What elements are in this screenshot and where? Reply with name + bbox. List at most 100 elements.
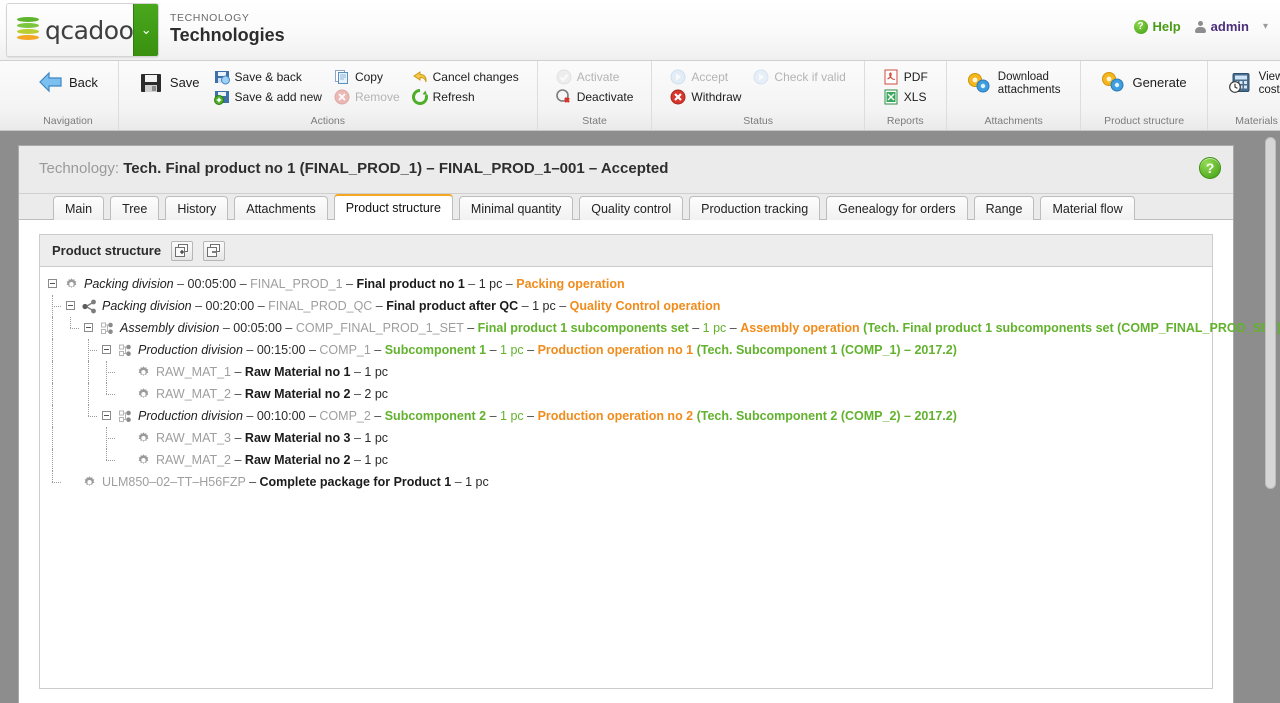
tab-production-tracking[interactable]: Production tracking	[689, 196, 820, 220]
gear-icon	[136, 387, 151, 402]
ribbon-toolbar: BackNavigation SaveSave & backSave & add …	[0, 61, 1280, 131]
tree-connector-line	[88, 383, 89, 405]
tree-row[interactable]: Assembly division – 00:05:00 – COMP_FINA…	[40, 317, 1212, 339]
ribbon-button-withdraw[interactable]: Withdraw	[664, 87, 747, 107]
tree-row-segment: –	[231, 365, 245, 379]
gears-icon	[967, 72, 993, 96]
tree-collapse-toggle[interactable]	[102, 345, 111, 354]
tree-row[interactable]: RAW_MAT_3 – Raw Material no 3 – 1 pc	[40, 427, 1212, 449]
tree-row-segment: –	[524, 343, 538, 357]
tree-collapse-toggle[interactable]	[66, 301, 75, 310]
tree-connector-line	[52, 471, 53, 482]
tree-row-segment: 00:05:00	[233, 321, 282, 335]
context-help-icon[interactable]: ?	[1199, 157, 1221, 179]
tree-row-segment: FINAL_PROD_QC	[268, 299, 372, 313]
hierarchy-icon	[118, 343, 133, 358]
ribbon-button-label: XLS	[904, 89, 927, 105]
tree-row-segment: Packing division	[102, 299, 192, 313]
tree-row-segment: RAW_MAT_1	[156, 365, 231, 379]
qcadoo-logo-icon	[17, 17, 39, 43]
tree-row-segment: Complete package for Product 1	[260, 475, 452, 489]
tab-quality-control[interactable]: Quality control	[579, 196, 683, 220]
ribbon-group-label: Reports	[877, 115, 934, 130]
ribbon-column: Back	[30, 67, 106, 115]
tree-row-segment: –	[306, 343, 320, 357]
ribbon-group-items: Downloadattachments	[959, 67, 1069, 115]
tree-collapse-toggle[interactable]	[48, 279, 57, 288]
tree-row-segment: –	[231, 387, 245, 401]
tree-row-segment: (Tech. Subcomponent 1 (COMP_1) – 2017.2)	[693, 343, 957, 357]
user-chevron-down-icon[interactable]: ▾	[1263, 21, 1268, 32]
tree-connector-line	[106, 383, 107, 394]
ribbon-group-state: ActivateDeactivateState	[538, 61, 653, 130]
ribbon-group-reports: PDF XLS Reports	[865, 61, 947, 130]
tree-row[interactable]: RAW_MAT_2 – Raw Material no 2 – 1 pc	[40, 449, 1212, 471]
tree-row-segment: COMP_2	[319, 409, 370, 423]
save-add-icon	[214, 89, 230, 105]
ribbon-group-product-structure: GenerateProduct structure	[1081, 61, 1207, 130]
content-card: Technology: Tech. Final product no 1 (FI…	[18, 145, 1234, 703]
ribbon-button-pdf[interactable]: PDF	[877, 67, 934, 87]
ribbon-button-cancel-changes[interactable]: Cancel changes	[406, 67, 525, 87]
ribbon-button-save[interactable]: Save	[131, 67, 208, 99]
tree-collapse-toggle[interactable]	[84, 323, 93, 332]
ribbon-button-copy[interactable]: Copy	[328, 67, 406, 87]
tree-row[interactable]: Packing division – 00:05:00 – FINAL_PROD…	[40, 273, 1212, 295]
tab-history[interactable]: History	[165, 196, 228, 220]
tab-genealogy-for-orders[interactable]: Genealogy for orders	[826, 196, 967, 220]
tab-tree[interactable]: Tree	[110, 196, 159, 220]
ribbon-button-save-back[interactable]: Save & back	[208, 67, 328, 87]
undo-arrow-icon	[412, 69, 428, 85]
tree-row-segment: Final product 1 subcomponents set	[478, 321, 689, 335]
collapse-all-button[interactable]	[203, 241, 225, 261]
tree-row-segment: (Tech. Final product 1 subcomponents set…	[860, 321, 1280, 335]
gear-icon	[136, 431, 151, 446]
page-scrollbar-thumb[interactable]	[1265, 137, 1276, 489]
tree-row[interactable]: ULM850–02–TT–H56FZP – Complete package f…	[40, 471, 1212, 493]
ribbon-button-label: Accept	[691, 69, 728, 85]
tree-row[interactable]: Packing division – 00:20:00 – FINAL_PROD…	[40, 295, 1212, 317]
ribbon-group-label: Status	[664, 115, 851, 130]
tree-connector-line	[88, 416, 97, 417]
ribbon-group-navigation: BackNavigation	[18, 61, 119, 130]
tree-row[interactable]: Production division – 00:15:00 – COMP_1 …	[40, 339, 1212, 361]
ribbon-group-label: Actions	[131, 115, 525, 130]
expand-all-button[interactable]	[171, 241, 193, 261]
tab-range[interactable]: Range	[974, 196, 1035, 220]
tree-row-segment: RAW_MAT_2	[156, 453, 231, 467]
tree-row[interactable]: RAW_MAT_2 – Raw Material no 2 – 2 pc	[40, 383, 1212, 405]
tree-connector-line	[52, 449, 53, 471]
brand-logo[interactable]: qcadoo	[7, 4, 133, 56]
tree-row[interactable]: Production division – 00:10:00 – COMP_2 …	[40, 405, 1212, 427]
ribbon-button-generate[interactable]: Generate	[1093, 67, 1194, 99]
tab-minimal-quantity[interactable]: Minimal quantity	[459, 196, 573, 220]
user-menu[interactable]: admin	[1195, 19, 1249, 34]
ribbon-button-refresh[interactable]: Refresh	[406, 87, 525, 107]
tree-row-segment: –	[556, 299, 570, 313]
tree-row-segment: –	[351, 387, 365, 401]
tree-connector-line	[70, 328, 79, 329]
ribbon-button-label: Cancel changes	[433, 69, 519, 85]
ribbon-button-download-attachments[interactable]: Downloadattachments	[959, 67, 1069, 101]
gears-icon	[1101, 71, 1127, 95]
ribbon-button-deactivate[interactable]: Deactivate	[550, 87, 640, 107]
tree-row-segment: –	[351, 453, 365, 467]
logo-area[interactable]: qcadoo ⌄	[6, 3, 159, 57]
tree-row-content: Packing division – 00:20:00 – FINAL_PROD…	[82, 299, 720, 314]
tab-product-structure[interactable]: Product structure	[334, 194, 453, 220]
ribbon-button-save-add-new[interactable]: Save & add new	[208, 87, 328, 107]
menu-dropdown-button[interactable]: ⌄	[133, 4, 158, 56]
ribbon-button-view-costs[interactable]: Viewcosts	[1220, 67, 1280, 101]
tree-row-content: Production division – 00:10:00 – COMP_2 …	[118, 409, 957, 424]
tab-main[interactable]: Main	[53, 196, 104, 220]
tree-row[interactable]: RAW_MAT_1 – Raw Material no 1 – 1 pc	[40, 361, 1212, 383]
help-link[interactable]: ? Help	[1134, 19, 1181, 34]
hierarchy-icon	[100, 321, 115, 336]
tab-material-flow[interactable]: Material flow	[1040, 196, 1134, 220]
ribbon-button-xls[interactable]: XLS	[877, 87, 934, 107]
tree-row-segment: Assembly division	[120, 321, 219, 335]
tree-collapse-toggle[interactable]	[102, 411, 111, 420]
page-scrollbar[interactable]	[1265, 137, 1276, 697]
ribbon-button-back[interactable]: Back	[30, 67, 106, 99]
tab-attachments[interactable]: Attachments	[234, 196, 327, 220]
